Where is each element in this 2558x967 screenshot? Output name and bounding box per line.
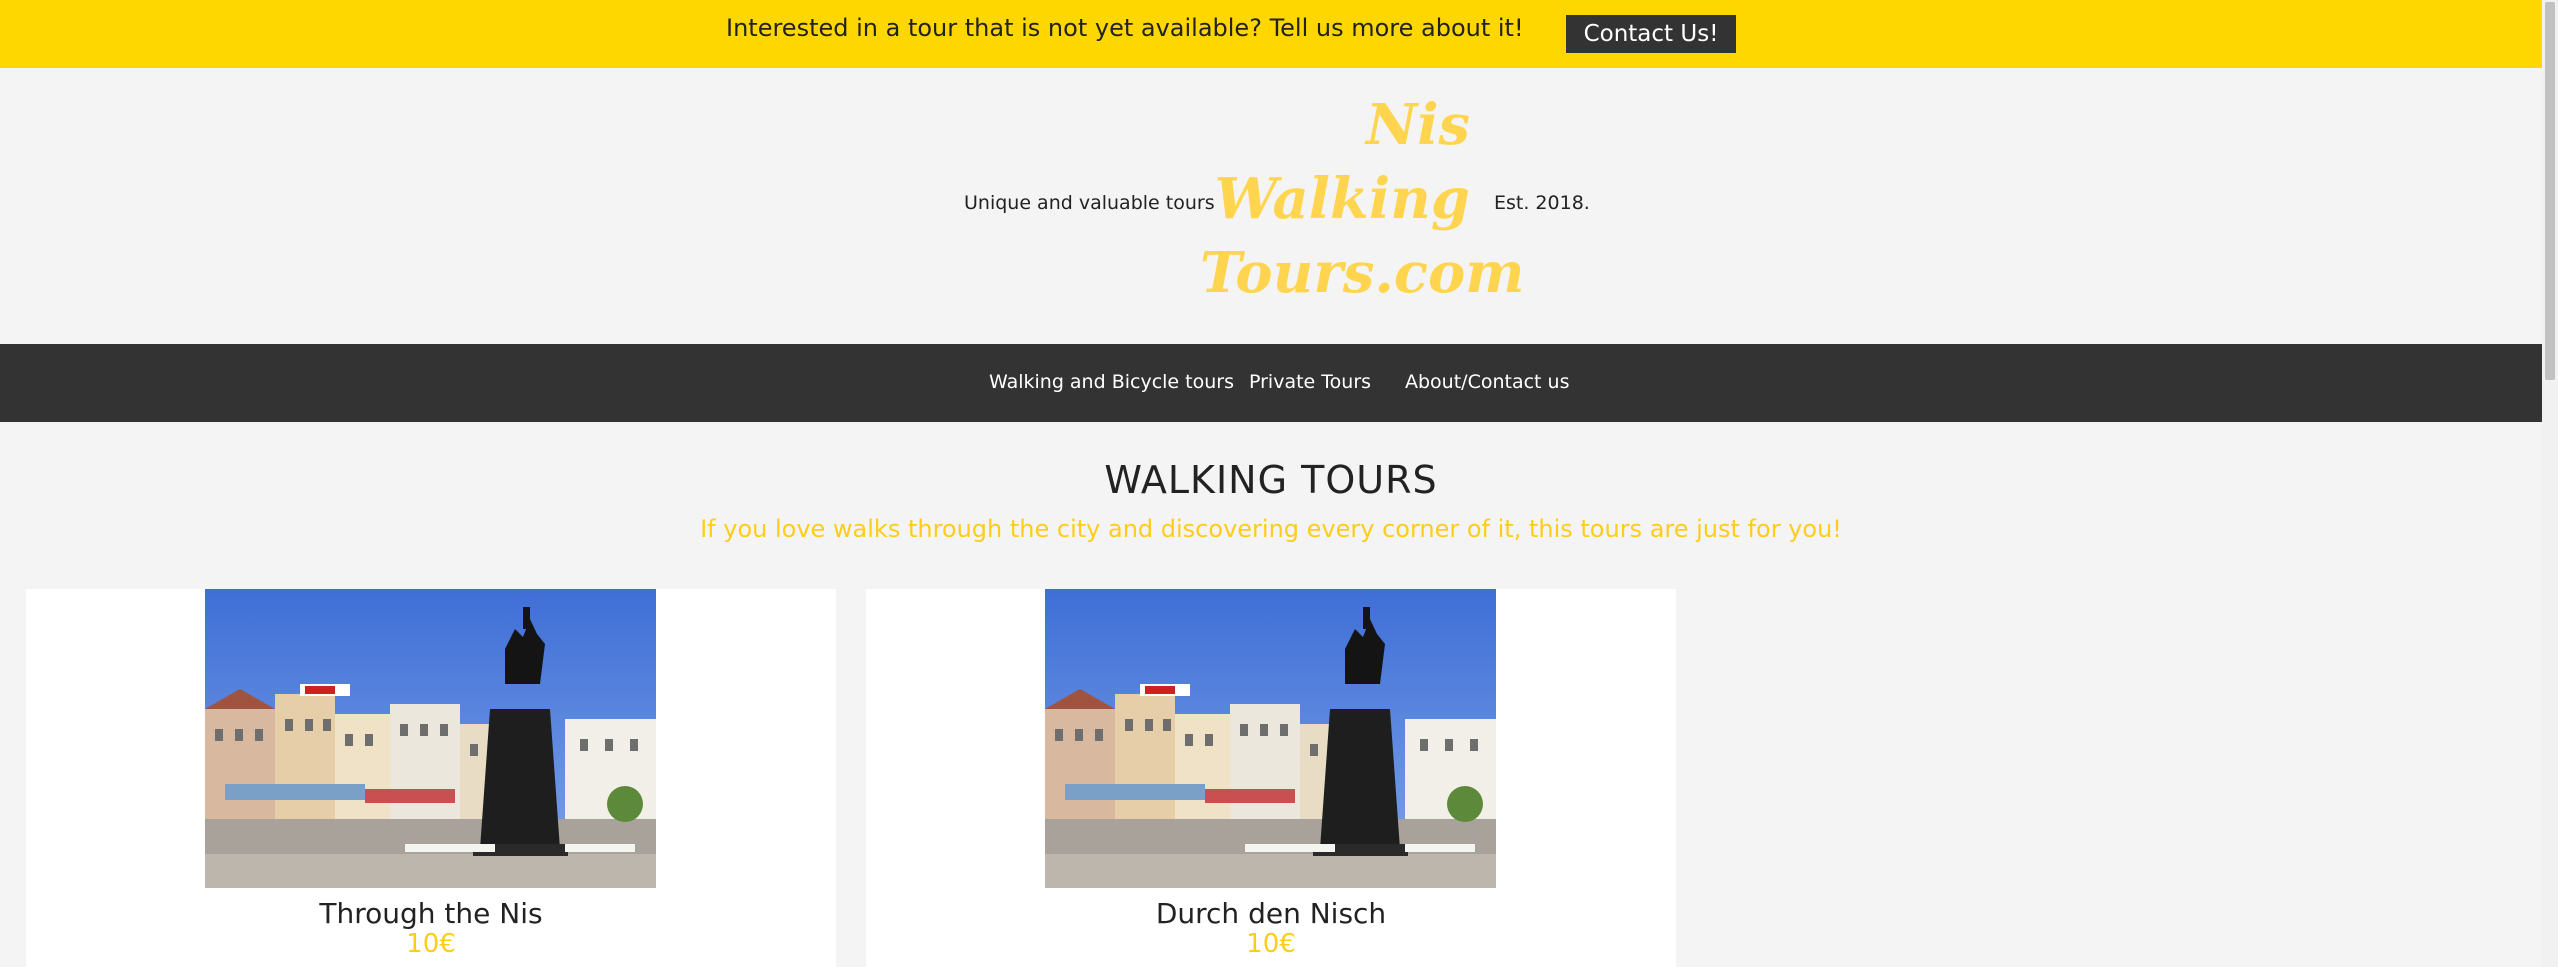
tour-image[interactable] [205, 589, 656, 888]
section-title: WALKING TOURS [1104, 458, 1438, 502]
main-nav: Walking and Bicycle tours Private Tours … [0, 344, 2542, 422]
tour-price: 10€ [1246, 929, 1296, 959]
city-square-photo [205, 589, 656, 888]
page: Interested in a tour that is not yet ava… [0, 0, 2542, 967]
city-square-photo [1045, 589, 1496, 888]
scrollbar-thumb[interactable] [2545, 2, 2555, 380]
tour-price: 10€ [406, 929, 456, 959]
nav-item-about-contact[interactable]: About/Contact us [1405, 371, 1569, 393]
nav-item-walking-bicycle-tours[interactable]: Walking and Bicycle tours [989, 371, 1234, 393]
tour-card[interactable]: Through the Nis 10€ [26, 589, 836, 967]
tour-image[interactable] [1045, 589, 1496, 888]
vertical-scrollbar[interactable] [2542, 0, 2558, 967]
nav-item-private-tours[interactable]: Private Tours [1249, 371, 1371, 393]
logo-line-2: Walking [1214, 166, 1470, 232]
announcement-text: Interested in a tour that is not yet ava… [726, 14, 1524, 42]
tagline: Unique and valuable tours [964, 192, 1215, 214]
tour-card[interactable]: Durch den Nisch 10€ [866, 589, 1676, 967]
logo-line-3: Tours.com [1200, 240, 1525, 306]
logo-line-1: Nis [1366, 92, 1470, 158]
established-year: Est. 2018. [1494, 192, 1590, 214]
site-logo[interactable]: Nis Walking Tours.com [1200, 88, 1525, 310]
section-subtitle: If you love walks through the city and d… [700, 515, 1842, 543]
tour-title[interactable]: Durch den Nisch [866, 897, 1676, 930]
site-header: Unique and valuable tours Nis Walking To… [0, 68, 2542, 344]
contact-us-button[interactable]: Contact Us! [1566, 15, 1736, 53]
announcement-bar: Interested in a tour that is not yet ava… [0, 0, 2542, 68]
tour-title[interactable]: Through the Nis [26, 897, 836, 930]
